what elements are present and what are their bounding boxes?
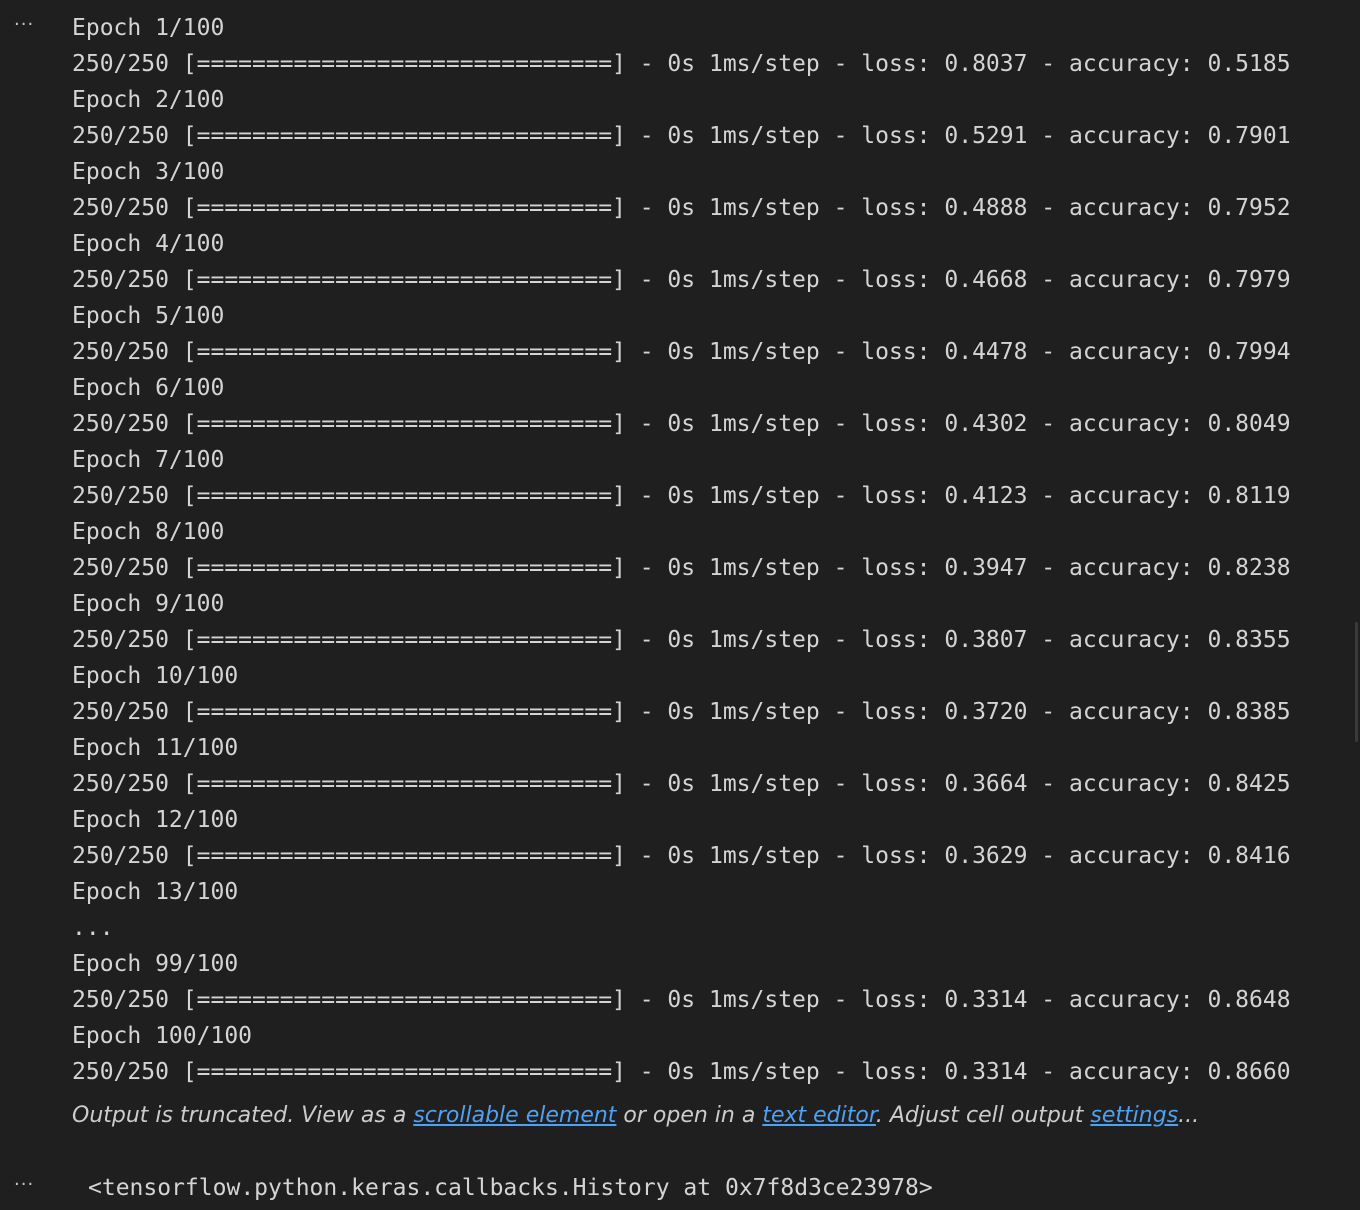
training-log: Epoch 1/100 250/250 [====================…: [72, 10, 1352, 1090]
truncated-prefix: Output is truncated. View as a: [72, 1103, 414, 1128]
progress-line: 250/250 [==============================]…: [72, 987, 1291, 1013]
result-more-actions-icon[interactable]: ···: [14, 1176, 44, 1198]
progress-line: 250/250 [==============================]…: [72, 195, 1291, 221]
ellipsis-line: ...: [72, 915, 114, 941]
epoch-header-line: Epoch 9/100: [72, 591, 225, 617]
progress-line: 250/250 [==============================]…: [72, 267, 1291, 293]
progress-line: 250/250 [==============================]…: [72, 51, 1291, 77]
epoch-header-line: Epoch 11/100: [72, 735, 239, 761]
truncated-suffix: ...: [1178, 1103, 1200, 1128]
progress-line: 250/250 [==============================]…: [72, 555, 1291, 581]
epoch-header-line: Epoch 5/100: [72, 303, 225, 329]
epoch-header-line: Epoch 6/100: [72, 375, 225, 401]
epoch-header-line: Epoch 13/100: [72, 879, 239, 905]
execution-result: <tensorflow.python.keras.callbacks.Histo…: [88, 1175, 933, 1201]
epoch-header-line: Epoch 7/100: [72, 447, 225, 473]
epoch-header-line: Epoch 10/100: [72, 663, 239, 689]
progress-line: 250/250 [==============================]…: [72, 699, 1291, 725]
progress-line: 250/250 [==============================]…: [72, 483, 1291, 509]
scrollbar-thumb[interactable]: [1355, 622, 1358, 742]
progress-line: 250/250 [==============================]…: [72, 1059, 1291, 1085]
progress-line: 250/250 [==============================]…: [72, 411, 1291, 437]
progress-line: 250/250 [==============================]…: [72, 627, 1291, 653]
epoch-header-line: Epoch 4/100: [72, 231, 225, 257]
progress-line: 250/250 [==============================]…: [72, 843, 1291, 869]
epoch-header-line: Epoch 12/100: [72, 807, 239, 833]
progress-line: 250/250 [==============================]…: [72, 123, 1291, 149]
progress-line: 250/250 [==============================]…: [72, 339, 1291, 365]
epoch-header-line: Epoch 100/100: [72, 1023, 253, 1049]
text-editor-link[interactable]: text editor: [762, 1103, 876, 1128]
output-truncated-message: Output is truncated. View as a scrollabl…: [72, 1101, 1199, 1131]
settings-link[interactable]: settings: [1090, 1103, 1178, 1128]
epoch-header-line: Epoch 2/100: [72, 87, 225, 113]
scrollable-element-link[interactable]: scrollable element: [413, 1103, 616, 1128]
progress-line: 250/250 [==============================]…: [72, 771, 1291, 797]
epoch-header-line: Epoch 1/100: [72, 15, 225, 41]
epoch-header-line: Epoch 8/100: [72, 519, 225, 545]
epoch-header-line: Epoch 3/100: [72, 159, 225, 185]
output-more-actions-icon[interactable]: ···: [14, 16, 44, 38]
truncated-middle: or open in a: [616, 1103, 763, 1128]
epoch-header-line: Epoch 99/100: [72, 951, 239, 977]
truncated-after-editor: . Adjust cell output: [875, 1103, 1091, 1128]
